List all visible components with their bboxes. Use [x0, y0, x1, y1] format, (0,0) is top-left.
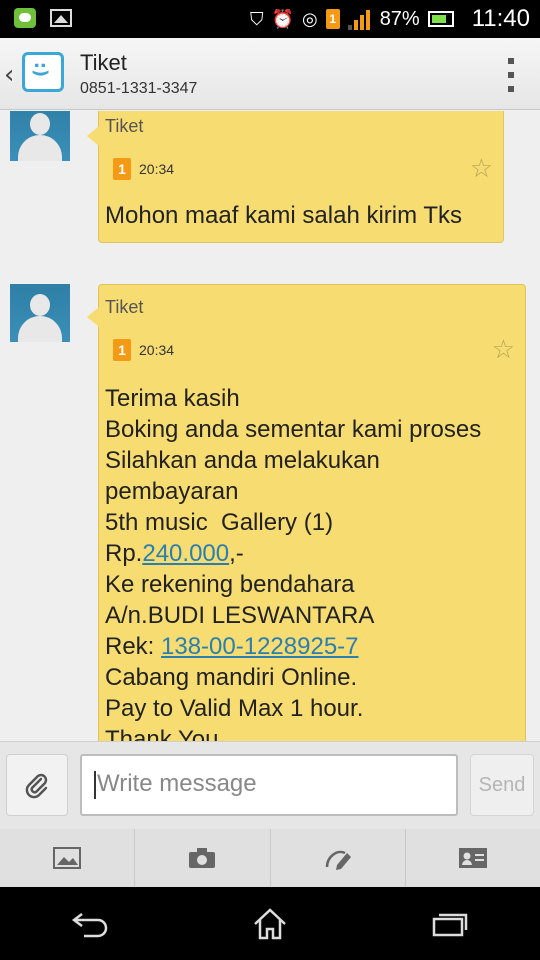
camera-icon	[189, 848, 216, 868]
contact-avatar[interactable]	[10, 111, 70, 161]
message-input[interactable]: Write message	[80, 754, 458, 816]
picture-icon	[53, 847, 82, 869]
battery-percentage: 87%	[379, 7, 420, 30]
conversation-phone: 0851-1331-3347	[80, 80, 198, 97]
message-bubble[interactable]: Tiket 1 20:34 ☆ Terima kasih Boking anda…	[87, 284, 526, 741]
message-time: 20:34	[139, 342, 175, 358]
attach-button[interactable]	[6, 754, 68, 816]
message-text: Mohon maaf kami salah kirim Tks	[105, 202, 462, 229]
attachment-toolbar	[0, 829, 540, 887]
insert-contact-button[interactable]	[406, 829, 540, 887]
edit-icon	[325, 850, 351, 870]
send-button[interactable]: Send	[470, 754, 534, 816]
recents-icon	[432, 913, 468, 936]
action-bar: ‹ Tiket 0851-1331-3347	[0, 38, 540, 110]
conversation-list[interactable]: Tiket 1 20:34 ☆ Mohon maaf kami salah ki…	[0, 111, 540, 741]
back-button[interactable]	[50, 894, 130, 954]
back-icon	[71, 912, 108, 937]
contact-avatar[interactable]	[10, 284, 70, 342]
signal-icon	[347, 8, 372, 30]
message-text: Terima kasih Boking anda sementar kami p…	[105, 385, 482, 741]
message-sender: Tiket	[105, 297, 144, 317]
message-item[interactable]: Tiket 1 20:34 ☆ Terima kasih Boking anda…	[0, 284, 540, 741]
home-button[interactable]	[230, 894, 310, 954]
amount-link[interactable]: 240.000	[142, 540, 229, 567]
sim-badge: 1	[113, 339, 131, 361]
compose-area: Write message Send	[0, 741, 540, 829]
conversation-title: Tiket	[80, 50, 127, 75]
message-item[interactable]: Tiket 1 20:34 ☆ Mohon maaf kami salah ki…	[0, 111, 540, 253]
nfc-icon: ⛉	[250, 8, 264, 30]
recents-button[interactable]	[410, 894, 490, 954]
home-icon	[254, 907, 286, 939]
handwriting-button[interactable]	[271, 829, 406, 887]
star-icon[interactable]: ☆	[470, 154, 493, 184]
message-bubble[interactable]: Tiket 1 20:34 ☆ Mohon maaf kami salah ki…	[87, 111, 504, 243]
back-chevron-icon[interactable]: ‹	[4, 60, 14, 90]
chat-notification-icon	[14, 8, 36, 28]
paperclip-icon	[25, 773, 48, 799]
alarm-icon: ⏰	[271, 8, 294, 30]
messaging-app-icon[interactable]	[22, 52, 64, 92]
status-bar: ⛉ ⏰ ◎ 1 87% 11:40	[0, 0, 540, 38]
message-time: 20:34	[139, 161, 175, 177]
account-number-link[interactable]: 138-00-1228925-7	[161, 633, 359, 660]
star-icon[interactable]: ☆	[492, 335, 515, 365]
clock: 11:40	[471, 5, 530, 32]
navigation-bar	[0, 887, 540, 960]
wifi-icon: ◎	[301, 8, 318, 30]
sim-icon: 1	[325, 9, 340, 29]
overflow-menu-button[interactable]	[506, 58, 516, 92]
insert-picture-button[interactable]	[0, 829, 136, 887]
gallery-notification-icon	[50, 9, 72, 27]
battery-icon	[427, 11, 454, 27]
camera-button[interactable]	[135, 829, 271, 887]
contact-card-icon	[458, 848, 487, 868]
message-sender: Tiket	[105, 116, 144, 136]
sim-badge: 1	[113, 158, 131, 180]
